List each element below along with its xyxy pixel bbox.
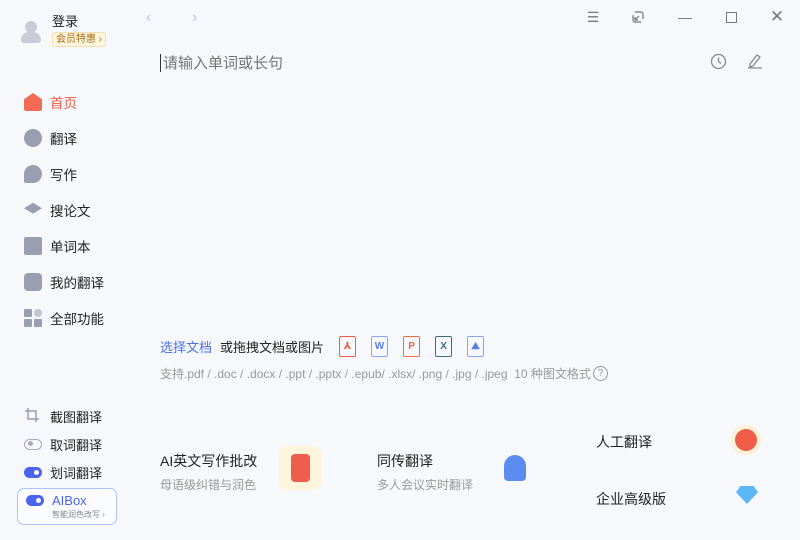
- paper-icon: [24, 202, 42, 214]
- sidebar-item-label: 全部功能: [50, 312, 104, 327]
- sidebar-item-label: 写作: [50, 168, 77, 183]
- maximize-icon[interactable]: [720, 8, 742, 26]
- sidebar-item-home[interactable]: 首页: [24, 84, 134, 120]
- diamond-icon: [736, 486, 758, 504]
- card-title: AI英文写作批改: [160, 453, 258, 469]
- simultaneous-translation-card[interactable]: 同传翻译 多人会议实时翻译: [377, 451, 473, 493]
- sidebar-item-wordbook[interactable]: 单词本: [24, 228, 134, 264]
- choose-document-link[interactable]: 选择文档: [160, 337, 212, 356]
- minimize-icon[interactable]: —: [674, 8, 696, 26]
- home-icon: [24, 93, 42, 111]
- all-features-icon: [24, 309, 42, 327]
- drag-hint: 或拖拽文档或图片: [220, 340, 325, 355]
- login-label[interactable]: 登录: [52, 14, 106, 30]
- sidebar-item-label: 首页: [50, 96, 77, 111]
- sidebar-nav: 首页 翻译 写作 搜论文 单词本 我的翻译 全部功能: [24, 84, 134, 336]
- vip-offer-badge[interactable]: 会员特惠 ›: [52, 32, 107, 47]
- enterprise-edition-link[interactable]: 企业高级版: [596, 489, 666, 509]
- select-word-toggle[interactable]: 划词翻译: [24, 458, 102, 486]
- sidebar-item-papers[interactable]: 搜论文: [24, 192, 134, 228]
- toggle-on[interactable]: [24, 466, 42, 478]
- crop-icon: [24, 407, 42, 426]
- card-subtitle: 母语级纠错与润色: [160, 478, 257, 492]
- pdf-icon: ⅄: [339, 336, 357, 357]
- human-translation-link[interactable]: 人工翻译: [596, 432, 652, 452]
- history-icon[interactable]: [710, 53, 727, 73]
- aibox-toggle[interactable]: [26, 495, 44, 506]
- pick-word-toggle[interactable]: 取词翻译: [24, 430, 102, 458]
- avatar: [18, 18, 44, 44]
- upload-area: 选择文档 或拖拽文档或图片 ⅄ W P X ⛰: [160, 336, 485, 357]
- supported-formats: 支持.pdf / .doc / .docx / .ppt / .pptx / .…: [160, 365, 608, 382]
- ai-writing-card[interactable]: AI英文写作批改 母语级纠错与润色: [160, 451, 257, 493]
- format-count: 10 种图文格式: [514, 367, 591, 381]
- handwriting-icon[interactable]: [746, 52, 764, 73]
- sidebar-item-label: 翻译: [50, 132, 77, 147]
- sidebar-item-all-features[interactable]: 全部功能: [24, 300, 134, 336]
- my-translation-icon: [24, 273, 42, 291]
- screenshot-translate-button[interactable]: 截图翻译: [24, 402, 102, 430]
- image-icon: ⛰: [467, 336, 485, 357]
- help-icon[interactable]: ?: [592, 366, 608, 381]
- toggle-off[interactable]: [24, 438, 42, 450]
- sidebar-item-my-translations[interactable]: 我的翻译: [24, 264, 134, 300]
- menu-icon[interactable]: ☰: [582, 8, 604, 26]
- word-icon: W: [371, 336, 389, 357]
- wordbook-icon: [24, 237, 42, 255]
- card-subtitle: 多人会议实时翻译: [377, 478, 474, 492]
- sidebar-item-translate[interactable]: 翻译: [24, 120, 134, 156]
- tool-label: 划词翻译: [50, 465, 103, 481]
- aibox-title: AIBox: [52, 493, 87, 508]
- translate-icon: [24, 129, 42, 147]
- sidebar-item-label: 搜论文: [50, 204, 91, 219]
- writing-icon: [24, 165, 42, 183]
- forward-icon[interactable]: ›: [192, 9, 197, 27]
- formats-text: 支持.pdf / .doc / .docx / .ppt / .pptx / .…: [160, 367, 508, 381]
- user-login[interactable]: 登录 会员特惠 ›: [18, 14, 107, 47]
- tool-label: 截图翻译: [50, 409, 103, 425]
- aibox-card[interactable]: AIBox 智能润色改写 ›: [17, 488, 117, 525]
- card-title: 同传翻译: [377, 453, 433, 469]
- sidebar-item-writing[interactable]: 写作: [24, 156, 134, 192]
- ai-writing-icon: [279, 446, 321, 490]
- ppt-icon: P: [403, 336, 421, 357]
- sidebar-item-label: 单词本: [50, 240, 91, 255]
- simultaneous-translation-icon: [504, 455, 526, 481]
- close-icon[interactable]: ✕: [766, 7, 788, 26]
- search-input[interactable]: [160, 54, 680, 72]
- excel-icon: X: [435, 336, 453, 357]
- aibox-subtitle: 智能润色改写 ›: [52, 510, 105, 519]
- tool-label: 取词翻译: [50, 437, 103, 453]
- human-translation-icon: [735, 429, 757, 451]
- back-icon[interactable]: ‹: [146, 9, 151, 27]
- sidebar-item-label: 我的翻译: [50, 276, 104, 291]
- mini-mode-icon[interactable]: [627, 8, 649, 26]
- quick-tools: 截图翻译 取词翻译 划词翻译: [24, 402, 102, 486]
